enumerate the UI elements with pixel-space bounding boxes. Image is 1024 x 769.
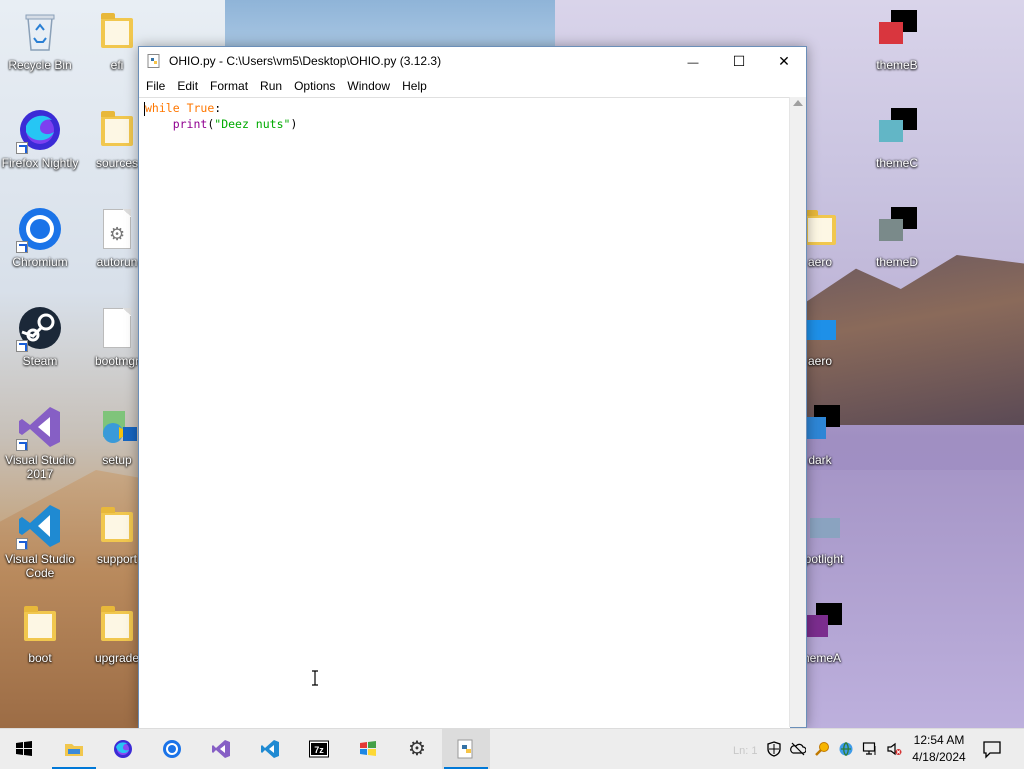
code-line-1: while True: [145, 101, 222, 115]
taskbar-settings[interactable]: ⚙ [393, 729, 441, 769]
folder-icon [93, 502, 141, 550]
folder-icon [16, 601, 64, 649]
start-button[interactable] [0, 729, 48, 769]
7zip-icon: 7z [309, 740, 329, 758]
menu-window[interactable]: Window [341, 75, 396, 97]
volume-muted-icon[interactable] [886, 741, 902, 757]
theme-icon [873, 106, 921, 154]
menu-format[interactable]: Format [204, 75, 254, 97]
chromium-icon [163, 740, 181, 758]
menu-bar: File Edit Format Run Options Window Help [139, 75, 806, 97]
network-globe-icon[interactable] [838, 741, 854, 757]
firefox-nightly-icon [114, 740, 132, 758]
onedrive-offline-icon[interactable] [790, 741, 806, 757]
close-button[interactable]: ✕ [761, 47, 807, 75]
setup-icon [93, 403, 141, 451]
steam-icon [16, 304, 64, 352]
menu-help[interactable]: Help [396, 75, 433, 97]
ibeam-cursor-icon [312, 670, 318, 686]
desktop-icon-themeC[interactable]: themeC [857, 106, 937, 170]
windows-flag-icon [360, 741, 376, 756]
close-icon: ✕ [778, 53, 790, 69]
menu-run[interactable]: Run [254, 75, 288, 97]
taskbar-windows-app[interactable] [344, 729, 392, 769]
taskbar-vscode[interactable] [246, 729, 294, 769]
system-clock[interactable]: 12:54 AM 4/18/2024 [905, 732, 973, 766]
minimize-button[interactable]: — [670, 47, 716, 75]
taskbar-file-explorer[interactable] [50, 729, 98, 769]
folder-icon [93, 601, 141, 649]
clock-date: 4/18/2024 [912, 750, 966, 764]
network-monitor-icon[interactable] [862, 741, 878, 757]
svg-text:7z: 7z [314, 745, 324, 755]
code-line-2: print("Deez nuts") [172, 117, 298, 131]
maximize-button[interactable]: ☐ [716, 47, 762, 75]
menu-file[interactable]: File [139, 75, 171, 97]
file-icon [93, 304, 141, 352]
vscode-icon [16, 502, 64, 550]
title-bar[interactable]: OHIO.py - C:\Users\vm5\Desktop\OHIO.py (… [139, 47, 806, 75]
desktop-icon-firefox-nightly[interactable]: Firefox Nightly [0, 106, 80, 170]
theme-icon [800, 502, 848, 550]
desktop-icon-boot[interactable]: boot [0, 601, 80, 665]
minimize-icon: — [687, 57, 699, 69]
taskbar-chromium[interactable] [148, 729, 196, 769]
vertical-scrollbar[interactable] [789, 97, 806, 727]
desktop-icon-steam[interactable]: Steam [0, 304, 80, 368]
menu-options[interactable]: Options [288, 75, 341, 97]
window-title: OHIO.py - C:\Users\vm5\Desktop\OHIO.py (… [169, 54, 442, 68]
desktop-icon-recycle-bin[interactable]: Recycle Bin [0, 8, 80, 72]
desktop-icon-themeB[interactable]: themeB [857, 8, 937, 72]
visual-studio-icon [16, 403, 64, 451]
theme-icon [873, 8, 921, 56]
scroll-up-icon[interactable] [793, 100, 803, 106]
notification-center-icon[interactable] [982, 739, 1002, 759]
desktop-icon-themeD[interactable]: themeD [857, 205, 937, 269]
vscode-icon [261, 740, 279, 758]
recycle-bin-icon [16, 8, 64, 56]
windows-start-icon [16, 741, 32, 756]
python-file-icon [457, 739, 473, 759]
chromium-icon [16, 205, 64, 253]
theme-icon [873, 205, 921, 253]
faded-watermark: Ln: 1 [733, 745, 758, 757]
taskbar-7zip[interactable]: 7z [295, 729, 343, 769]
taskbar-python-idle[interactable] [442, 729, 490, 769]
desktop-icon-visual-studio-2017[interactable]: Visual Studio 2017 [0, 403, 80, 481]
clock-time: 12:54 AM [913, 733, 965, 747]
taskbar-firefox-nightly[interactable] [99, 729, 147, 769]
menu-edit[interactable]: Edit [171, 75, 204, 97]
code-editor[interactable]: while True: print("Deez nuts") [139, 97, 790, 728]
settings-file-icon: ⚙ [93, 205, 141, 253]
visual-studio-icon [212, 740, 230, 758]
taskbar: 7z ⚙ Ln: 1 12:54 AM 4/18/2024 [0, 728, 1024, 769]
firefox-nightly-icon [16, 106, 64, 154]
defender-shield-icon[interactable] [766, 741, 782, 757]
taskbar-visual-studio[interactable] [197, 729, 245, 769]
magnifier-icon[interactable] [814, 741, 830, 757]
folder-icon [65, 744, 83, 756]
idle-editor-window[interactable]: OHIO.py - C:\Users\vm5\Desktop\OHIO.py (… [138, 46, 807, 728]
folder-icon [93, 106, 141, 154]
maximize-icon: ☐ [732, 53, 746, 69]
python-file-icon [147, 54, 160, 68]
desktop-icon-vscode[interactable]: Visual Studio Code [0, 502, 80, 580]
gear-icon: ⚙ [408, 738, 426, 760]
folder-icon [93, 8, 141, 56]
desktop-icon-chromium[interactable]: Chromium [0, 205, 80, 269]
